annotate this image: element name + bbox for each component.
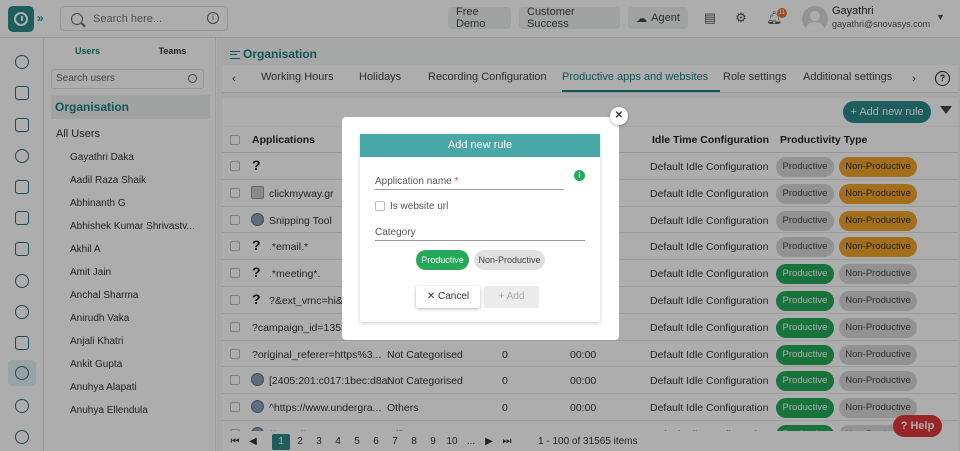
application-name-field[interactable]: Application name * [375,176,564,190]
info-icon[interactable]: i [574,170,585,181]
close-icon: ✕ [426,291,439,302]
close-icon[interactable]: ✕ [610,107,628,125]
category-field[interactable]: Category [375,227,585,241]
cancel-button[interactable]: ✕ Cancel [416,286,480,308]
add-button[interactable]: + Add [484,286,539,308]
website-url-label: Is website url [390,201,449,212]
productive-toggle[interactable]: Productive [416,250,469,270]
cancel-label: Cancel [438,291,470,302]
application-name-label: Application name [375,176,452,187]
add-rule-form: Add new rule Application name * i Is web… [360,134,600,322]
modal-title: Add new rule [360,134,600,157]
category-label: Category [375,227,416,238]
plus-icon: + [498,291,507,302]
add-label: Add [506,291,525,302]
website-url-checkbox[interactable] [375,201,385,211]
non-productive-toggle[interactable]: Non-Productive [474,250,545,270]
required-mark: * [454,176,459,187]
